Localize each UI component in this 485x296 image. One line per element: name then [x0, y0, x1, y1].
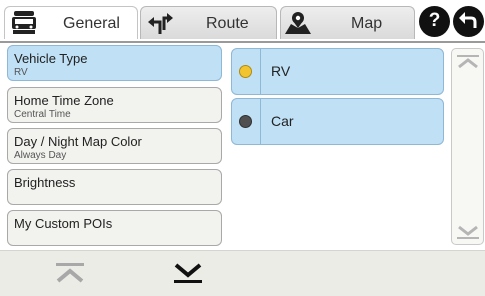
- radio-unselected-icon: [239, 115, 252, 128]
- map-pin-icon: [285, 12, 311, 34]
- back-arrow-icon: [459, 12, 477, 28]
- back-button[interactable]: [453, 6, 484, 37]
- setting-value: RV: [14, 67, 28, 78]
- tab-general-label: General: [63, 15, 120, 32]
- settings-list: Vehicle Type RV Home Time Zone Central T…: [0, 44, 228, 250]
- setting-home-time-zone[interactable]: Home Time Zone Central Time: [7, 87, 222, 123]
- radio-selected-icon: [239, 65, 252, 78]
- scrollbar[interactable]: [451, 48, 484, 245]
- help-button[interactable]: ?: [419, 6, 450, 37]
- tab-map-label: Map: [351, 15, 383, 32]
- tab-bar: General Route Map ?: [0, 0, 485, 42]
- tab-divider: [0, 41, 485, 43]
- truck-icon: [12, 11, 36, 34]
- option-label: RV: [271, 63, 291, 79]
- help-icon: ?: [428, 10, 441, 31]
- setting-title: My Custom POIs: [14, 216, 113, 231]
- tab-general[interactable]: General: [4, 6, 138, 39]
- scroll-down-icon[interactable]: [457, 225, 479, 239]
- setting-title: Vehicle Type: [14, 51, 88, 66]
- option-rv[interactable]: RV: [231, 48, 444, 95]
- setting-title: Day / Night Map Color: [14, 134, 142, 149]
- bottom-bar: [0, 250, 485, 296]
- page-down-icon[interactable]: [172, 261, 204, 285]
- setting-my-custom-pois[interactable]: My Custom POIs: [7, 210, 222, 246]
- scroll-up-icon[interactable]: [457, 55, 479, 69]
- option-label: Car: [271, 113, 294, 129]
- tab-route-label: Route: [206, 15, 249, 32]
- setting-title: Home Time Zone: [14, 93, 114, 108]
- tab-route[interactable]: Route: [140, 6, 277, 39]
- setting-day-night-map-color[interactable]: Day / Night Map Color Always Day: [7, 128, 222, 164]
- page-up-icon[interactable]: [54, 261, 86, 285]
- option-car[interactable]: Car: [231, 98, 444, 145]
- turn-arrows-icon: [148, 13, 173, 34]
- setting-vehicle-type[interactable]: Vehicle Type RV: [7, 45, 222, 81]
- tab-map[interactable]: Map: [280, 6, 415, 39]
- radio-cell: [232, 99, 261, 144]
- setting-brightness[interactable]: Brightness: [7, 169, 222, 205]
- radio-cell: [232, 49, 261, 94]
- setting-value: Central Time: [14, 109, 71, 120]
- setting-title: Brightness: [14, 175, 76, 190]
- setting-value: Always Day: [14, 150, 67, 161]
